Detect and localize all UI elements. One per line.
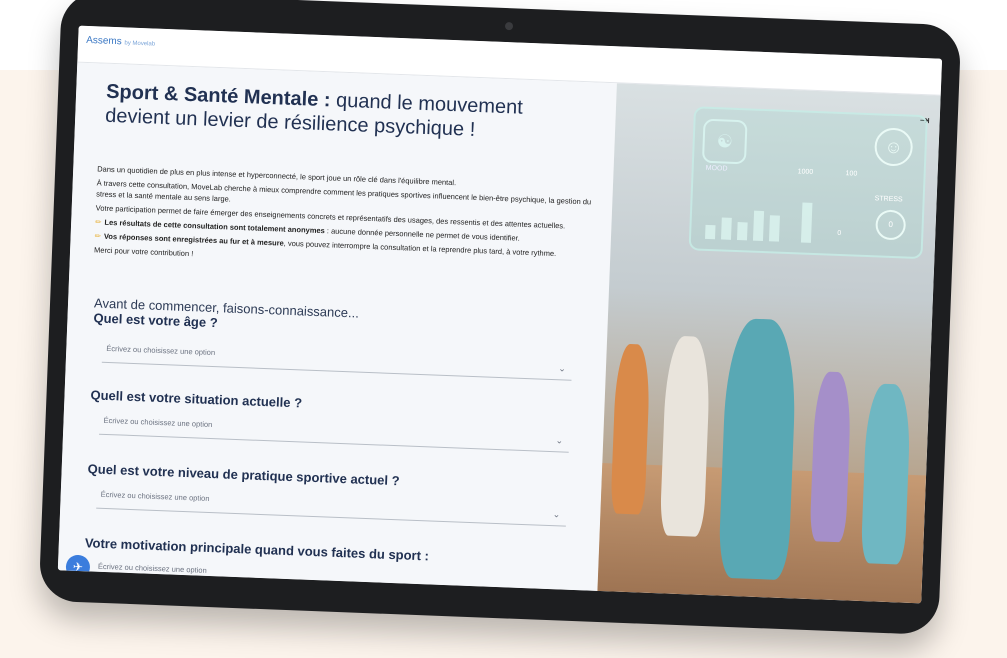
- question-title: Quell est votre situation actuelle ?: [90, 387, 303, 411]
- metric-value: 100: [845, 170, 858, 178]
- athlete-figure: [718, 317, 798, 581]
- motivation-select[interactable]: Écrivez ou choisissez une option: [93, 557, 564, 591]
- chat-icon: ✈: [72, 559, 84, 575]
- question-situation: Quell est votre situation actuelle ?: [90, 387, 302, 410]
- bullet-icon: ✏: [94, 231, 102, 241]
- brain-icon: ☯: [701, 118, 748, 165]
- page-title: Sport & Santé Mentale : quand le mouveme…: [105, 80, 576, 146]
- question-age: Avant de commencer, faisons-connaissance…: [93, 295, 359, 335]
- bar-graphic-bar: [720, 217, 732, 240]
- intro-text: Dans un quotidien de plus en plus intens…: [94, 163, 597, 277]
- logo-text: Assems: [85, 34, 122, 48]
- athlete-figure: [610, 343, 651, 515]
- stress-label: STRESS: [874, 195, 903, 204]
- bar-graphic: [704, 195, 827, 244]
- axis-zero: 0: [837, 229, 842, 238]
- bar-graphic-bar: [768, 215, 780, 242]
- camera: [504, 21, 514, 31]
- chevron-down-icon[interactable]: ⌄: [553, 509, 561, 520]
- hero-image: ⇥ ☯ MOOD 1000 100 ☺ STRESS 0 0: [597, 83, 941, 604]
- metric-value: 1000: [797, 168, 814, 176]
- app-logo[interactable]: Assems by Movelab: [86, 35, 155, 49]
- athlete-figure: [659, 335, 712, 537]
- stress-gauge: 0: [875, 209, 907, 241]
- logo-subtext: by Movelab: [124, 40, 156, 48]
- bar-graphic-bar: [736, 222, 748, 241]
- athlete-figure: [809, 371, 852, 543]
- help-button[interactable]: ✈: [65, 554, 91, 580]
- select-placeholder: Écrivez ou choisissez une option: [103, 415, 213, 430]
- bar-graphic-bar: [752, 210, 765, 242]
- situation-select[interactable]: Écrivez ou choisissez une option ⌄: [99, 411, 570, 453]
- survey-panel: Sport & Santé Mentale : quand le mouveme…: [57, 62, 617, 591]
- chevron-down-icon[interactable]: ⌄: [558, 363, 566, 374]
- level-select[interactable]: Écrivez ou choisissez une option ⌄: [96, 485, 567, 527]
- smiley-icon: ☺: [873, 127, 914, 167]
- bullet-icon: ✏: [95, 217, 102, 227]
- tablet-device: Assems by Movelab Sport & Santé Mentale …: [38, 0, 962, 636]
- athlete-figure: [860, 383, 912, 565]
- mood-label: MOOD: [705, 164, 728, 173]
- bar-graphic-bar: [704, 224, 716, 240]
- chevron-down-icon[interactable]: ⌄: [555, 435, 563, 446]
- age-select[interactable]: Écrivez ou choisissez une option ⌄: [101, 339, 573, 381]
- question-level: Quel est votre niveau de pratique sporti…: [87, 461, 399, 488]
- select-placeholder: Écrivez ou choisissez une option: [100, 489, 210, 503]
- bar-graphic-bar: [800, 202, 813, 243]
- select-placeholder: Écrivez ou choisissez une option: [106, 343, 216, 358]
- question-title: Quel est votre niveau de pratique sporti…: [87, 461, 400, 489]
- tablet-screen: Assems by Movelab Sport & Santé Mentale …: [57, 25, 943, 604]
- dashboard-overlay: ☯ MOOD 1000 100 ☺ STRESS 0 0: [688, 106, 928, 260]
- select-placeholder: Écrivez ou choisissez une option: [97, 561, 207, 575]
